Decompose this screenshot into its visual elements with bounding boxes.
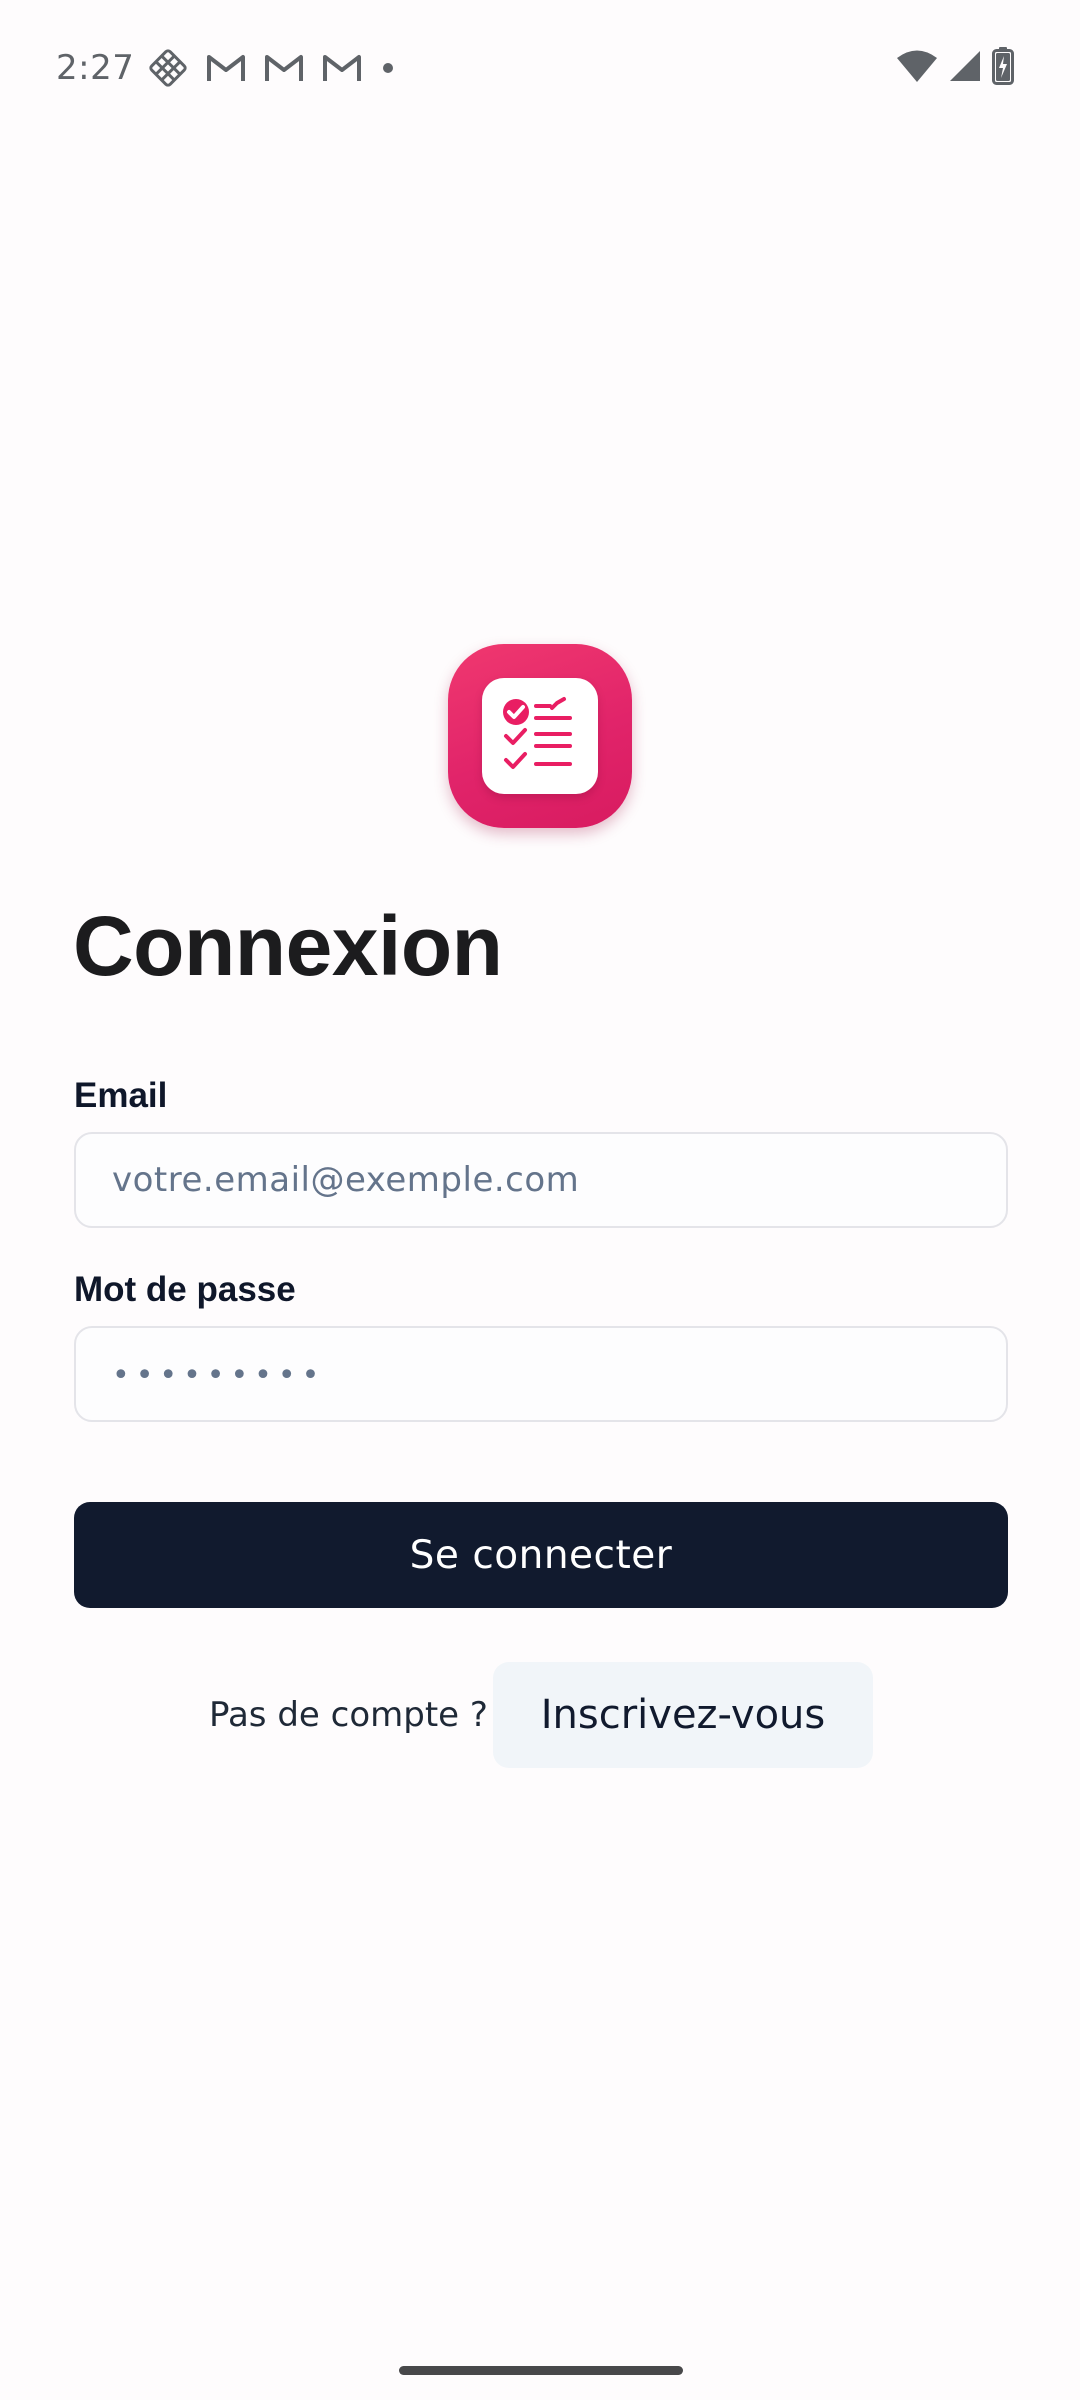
signup-row: Pas de compte ? Inscrivez-vous	[0, 1662, 1080, 1768]
gmail-icon	[322, 53, 362, 83]
signup-prompt: Pas de compte ?	[209, 1695, 488, 1735]
login-button[interactable]: Se connecter	[74, 1502, 1008, 1608]
gmail-icon	[264, 53, 304, 83]
status-bar: 2:27	[0, 0, 1080, 136]
status-time: 2:27	[56, 48, 135, 88]
page-title: Connexion	[73, 899, 503, 993]
status-bar-left: 2:27	[56, 40, 414, 96]
cellular-signal-icon	[948, 49, 982, 88]
battery-charging-icon	[992, 46, 1014, 90]
gesture-navigation-bar[interactable]	[399, 2366, 683, 2375]
email-label: Email	[74, 1076, 168, 1115]
checklist-app-icon	[482, 678, 598, 794]
email-field[interactable]	[74, 1132, 1008, 1228]
grid-app-icon	[148, 48, 188, 88]
dot-icon	[380, 60, 396, 76]
password-field[interactable]	[74, 1326, 1008, 1422]
app-logo	[448, 644, 632, 828]
gmail-icon	[206, 53, 246, 83]
wifi-icon	[896, 49, 938, 88]
status-bar-right	[896, 44, 1014, 92]
signup-button[interactable]: Inscrivez-vous	[493, 1662, 873, 1768]
password-label: Mot de passe	[74, 1270, 296, 1309]
